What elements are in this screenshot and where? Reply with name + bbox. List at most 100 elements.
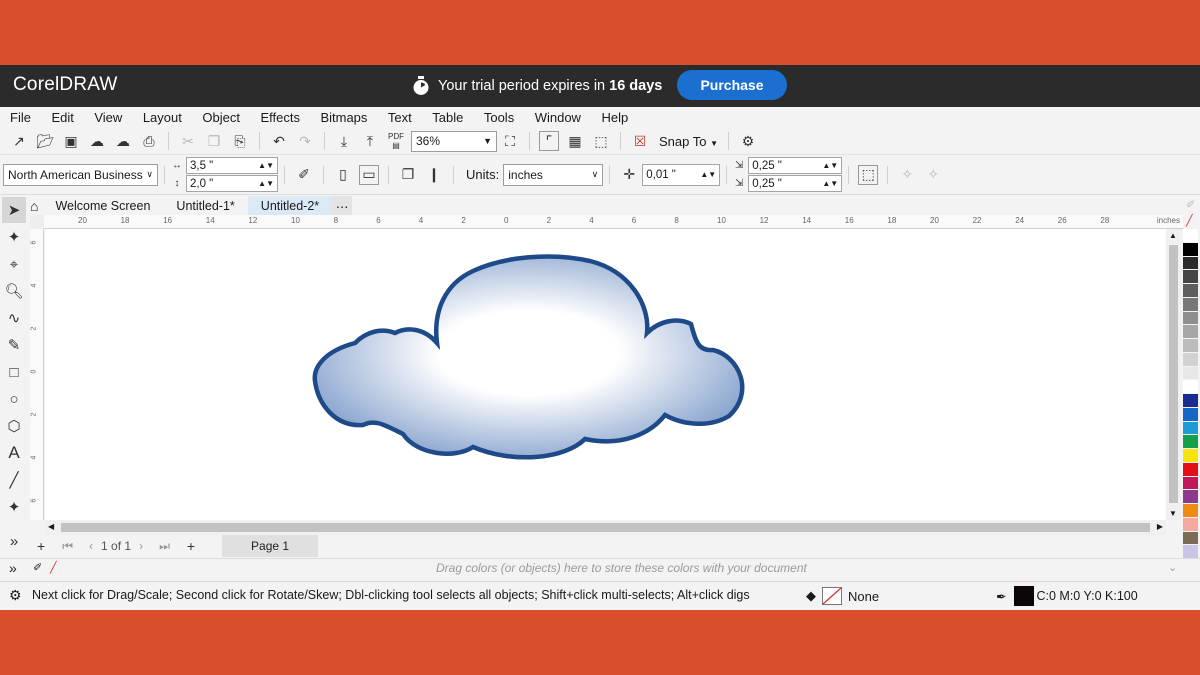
home-icon[interactable]: ⌂ [30,198,38,214]
purchase-button[interactable]: Purchase [677,70,787,100]
menu-help[interactable]: Help [601,110,628,125]
last-page-icon[interactable]: ⏭ [159,539,170,554]
scroll-down-icon[interactable]: ▼ [1169,509,1177,518]
page-width-field[interactable]: 3,5 " ▲▼ [186,157,278,174]
vertical-scrollbar[interactable]: ▲ ▼ [1166,229,1181,520]
eyedropper-icon[interactable]: ✐ [33,561,42,574]
menu-file[interactable]: File [10,110,31,125]
color-swatch[interactable] [1183,545,1198,559]
landscape-icon[interactable]: ▭ [359,164,379,185]
next-page-icon[interactable]: › [139,539,143,553]
page-tab[interactable]: Page 1 [222,535,319,557]
print-icon[interactable]: ⎙ [139,131,159,151]
horizontal-scroll-thumb[interactable] [61,523,1150,532]
rectangle-tool-icon[interactable]: □ [2,359,26,385]
expand-docker-icon[interactable]: » [9,560,17,576]
color-swatch[interactable] [1183,366,1198,381]
color-swatch[interactable] [1183,490,1198,504]
show-guidelines-icon[interactable]: ⬚ [591,131,611,151]
color-swatch[interactable] [1183,517,1198,532]
zoom-level-select[interactable]: 36% ▼ [411,130,497,152]
text-tool-icon[interactable]: A [2,440,26,466]
cut-icon[interactable]: ✂ [178,131,198,151]
previous-page-icon[interactable]: ‹ [89,539,93,553]
cloud-shape[interactable] [312,254,745,460]
show-grid-icon[interactable]: ▦ [565,131,585,151]
color-swatch[interactable] [1183,380,1198,394]
show-rulers-icon[interactable]: ⌜ [539,131,559,151]
color-swatch[interactable] [1183,476,1198,491]
color-swatch[interactable] [1183,325,1198,339]
gear-icon[interactable]: ⚙ [9,587,22,604]
color-swatch[interactable] [1183,504,1198,518]
menu-layout[interactable]: Layout [143,110,182,125]
no-fill-swatch-icon[interactable]: ╱ [1186,214,1193,227]
menu-effects[interactable]: Effects [260,110,300,125]
first-page-icon[interactable]: ⏮ [62,539,73,554]
artistic-media-tool-icon[interactable]: ✎ [2,332,26,358]
gear-icon[interactable]: ⚙ [738,131,758,151]
color-swatch[interactable] [1183,270,1198,284]
portrait-icon[interactable]: ▯ [333,165,353,185]
crop-tool-icon[interactable]: ⌖ [2,251,26,277]
vertical-ruler[interactable]: 6 4 2 0 2 4 6 [30,229,44,520]
color-swatch[interactable] [1183,449,1198,463]
expand-toolbox-icon[interactable]: » [2,528,26,554]
export-icon[interactable]: ⤒ [360,131,380,151]
menu-tools[interactable]: Tools [484,110,514,125]
horizontal-ruler[interactable]: inches 20 18 16 14 12 10 8 6 4 2 0 2 4 6 8 10 12 14 16 18 20… [44,215,1183,229]
paper-size-select[interactable]: North American Business ∨ [3,163,158,186]
tab-untitled-1[interactable]: Untitled-1* [163,196,247,216]
color-swatch[interactable] [1183,407,1198,422]
menu-object[interactable]: Object [202,110,240,125]
duplicate-x-field[interactable]: 0,25 " ▲▼ [748,157,843,174]
palette-options-icon[interactable]: ⌄ [1168,561,1177,574]
color-swatch[interactable] [1183,435,1198,449]
menu-bitmaps[interactable]: Bitmaps [320,110,367,125]
menu-table[interactable]: Table [432,110,463,125]
scale-icon[interactable]: ✧ [923,165,943,185]
treat-as-filled-icon[interactable]: ⬚ [858,164,879,185]
menu-edit[interactable]: Edit [51,110,73,125]
menu-window[interactable]: Window [535,110,581,125]
color-swatch[interactable] [1183,229,1198,243]
color-swatch[interactable] [1183,297,1198,312]
save-icon[interactable]: ▣ [61,131,81,151]
add-page-before-icon[interactable]: + [37,538,45,554]
stepper-icon[interactable]: ▲▼ [258,179,274,188]
stepper-icon[interactable]: ▲▼ [258,161,274,170]
color-swatch[interactable] [1183,352,1198,367]
no-color-icon[interactable]: ╱ [50,561,57,574]
tab-untitled-2[interactable]: Untitled-2* [247,196,333,216]
page-height-field[interactable]: 2,0 " ▲▼ [186,175,278,192]
outline-status[interactable]: ✒ C:0 M:0 Y:0 K:100 [996,586,1138,606]
drawing-canvas[interactable] [45,229,1166,520]
scroll-right-icon[interactable]: ▶ [1157,522,1163,531]
cloud-drawing[interactable] [45,229,1166,520]
ellipse-tool-icon[interactable]: ○ [2,386,26,412]
color-swatch[interactable] [1183,339,1198,353]
all-pages-icon[interactable]: ❐ [398,165,418,185]
edit-page-icon[interactable]: ✧ [897,165,917,185]
zoom-tool-icon[interactable]: 🔍︎ [2,278,26,304]
stepper-icon[interactable]: ▲▼ [822,161,838,170]
color-swatch[interactable] [1183,462,1198,477]
polygon-tool-icon[interactable]: ⬡ [2,413,26,439]
stepper-icon[interactable]: ▲▼ [700,170,716,179]
snap-to-dropdown[interactable]: Snap To ▼ [659,134,718,149]
duplicate-y-field[interactable]: 0,25 " ▲▼ [748,175,843,192]
open-folder-icon[interactable]: 📂︎ [35,131,55,151]
fill-status[interactable]: ◆ None [806,587,879,605]
redo-icon[interactable]: ↷ [295,131,315,151]
units-select[interactable]: inches ∨ [503,163,604,186]
current-page-icon[interactable]: ❙ [424,165,444,185]
color-swatch[interactable] [1183,311,1198,326]
tab-welcome-screen[interactable]: Welcome Screen [42,196,163,216]
freehand-tool-icon[interactable]: ∿ [2,305,26,331]
horizontal-scrollbar[interactable]: ◀ ▶ [45,520,1166,535]
new-document-icon[interactable]: ↗ [9,131,29,151]
more-tabs-icon[interactable]: ⋯ [332,196,353,216]
scroll-up-icon[interactable]: ▲ [1169,231,1177,240]
publish-pdf-icon[interactable]: PDF ▤ [386,131,406,151]
copy-icon[interactable]: ❐ [204,131,224,151]
